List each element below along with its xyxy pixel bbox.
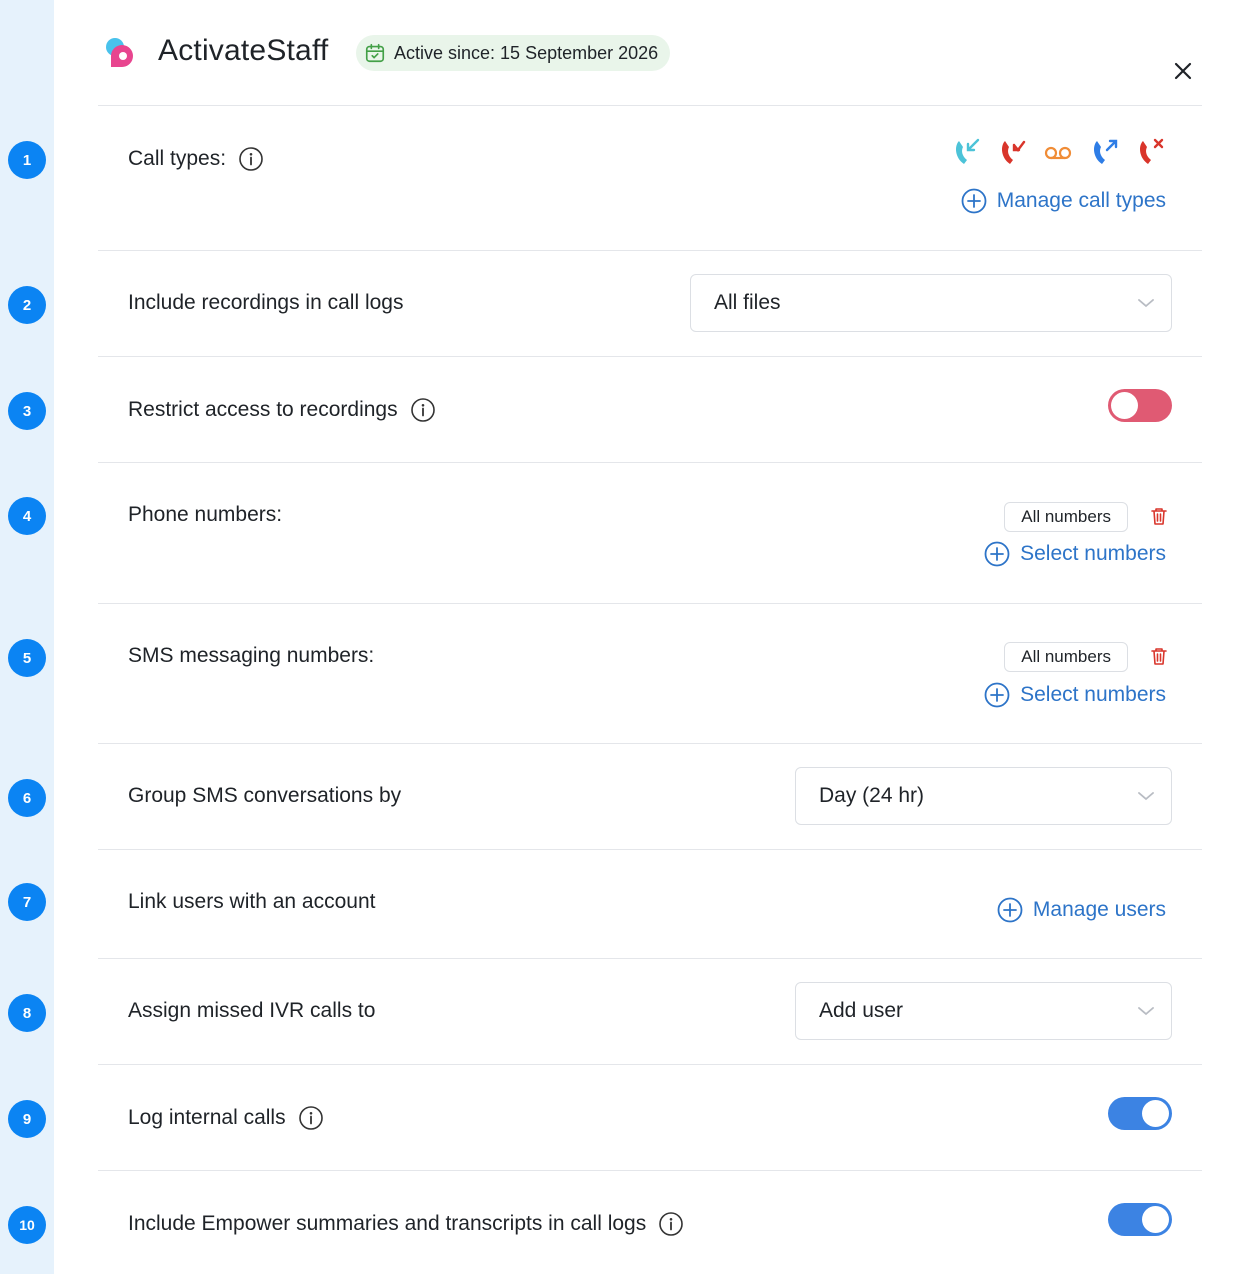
empower-row: Include Empower summaries and transcript… [98, 1171, 1202, 1274]
group-sms-label: Group SMS conversations by [128, 784, 402, 807]
info-icon[interactable] [298, 1105, 324, 1131]
empower-label: Include Empower summaries and transcript… [128, 1212, 647, 1235]
voicemail-icon[interactable] [1042, 136, 1074, 168]
restrict-recordings-toggle[interactable] [1108, 389, 1172, 422]
call-types-label-group: Call types: [128, 146, 264, 172]
select-phone-numbers-link[interactable]: Select numbers [984, 541, 1166, 567]
step-badge-5: 5 [8, 639, 46, 677]
select-numbers-label: Select numbers [1020, 542, 1166, 565]
trash-icon[interactable] [1148, 505, 1170, 527]
step-gutter [0, 0, 54, 1274]
restrict-label-group: Restrict access to recordings [128, 397, 436, 423]
manage-users-label: Manage users [1032, 898, 1166, 921]
toggle-knob [1142, 1100, 1169, 1127]
missed-ivr-label: Assign missed IVR calls to [128, 999, 376, 1022]
empower-label-group: Include Empower summaries and transcript… [128, 1211, 684, 1237]
missed-ivr-select[interactable]: Add user [795, 982, 1172, 1040]
recordings-label: Include recordings in call logs [128, 291, 404, 314]
step-badge-8: 8 [8, 994, 46, 1032]
call-types-row: Call types: Manage call types [98, 106, 1202, 251]
close-icon [1174, 62, 1192, 80]
rejected-call-icon[interactable] [1134, 136, 1166, 168]
select-numbers-label: Select numbers [1020, 683, 1166, 706]
missed-call-icon[interactable] [996, 136, 1028, 168]
toggle-knob [1142, 1206, 1169, 1233]
app-title: ActivateStaff [158, 34, 329, 67]
group-sms-select[interactable]: Day (24 hr) [795, 767, 1172, 825]
step-badge-4: 4 [8, 497, 46, 535]
manage-users-link[interactable]: Manage users [997, 897, 1166, 923]
chevron-down-icon [1138, 1007, 1154, 1016]
toggle-knob [1111, 392, 1138, 419]
plus-circle-icon [984, 541, 1010, 567]
activatestaff-logo-icon [106, 38, 133, 67]
incoming-call-icon[interactable] [950, 136, 982, 168]
link-users-row: Link users with an account Manage users [98, 850, 1202, 959]
trash-icon[interactable] [1148, 645, 1170, 667]
recordings-select[interactable]: All files [690, 274, 1172, 332]
all-numbers-chip: All numbers [1004, 502, 1128, 532]
internal-calls-toggle[interactable] [1108, 1097, 1172, 1130]
step-badge-2: 2 [8, 286, 46, 324]
info-icon[interactable] [238, 146, 264, 172]
chevron-down-icon [1138, 299, 1154, 308]
plus-circle-icon [997, 897, 1023, 923]
group-sms-select-value: Day (24 hr) [819, 784, 925, 807]
restrict-recordings-label: Restrict access to recordings [128, 398, 398, 421]
phone-numbers-label: Phone numbers: [128, 503, 283, 526]
internal-calls-label-group: Log internal calls [128, 1105, 324, 1131]
step-badge-10: 10 [8, 1206, 46, 1244]
step-badge-9: 9 [8, 1100, 46, 1138]
outgoing-call-icon[interactable] [1088, 136, 1120, 168]
select-sms-numbers-link[interactable]: Select numbers [984, 682, 1166, 708]
step-badge-3: 3 [8, 392, 46, 430]
step-badge-6: 6 [8, 779, 46, 817]
group-sms-row: Group SMS conversations by Day (24 hr) [98, 744, 1202, 850]
call-types-label: Call types: [128, 147, 227, 170]
internal-calls-row: Log internal calls [98, 1065, 1202, 1171]
step-badge-7: 7 [8, 883, 46, 921]
active-since-badge: Active since: 15 September 2026 [356, 35, 671, 71]
sms-numbers-row: SMS messaging numbers: All numbers Selec… [98, 604, 1202, 744]
step-badge-1: 1 [8, 141, 46, 179]
manage-call-types-link[interactable]: Manage call types [961, 188, 1166, 214]
sms-numbers-label: SMS messaging numbers: [128, 644, 375, 667]
all-numbers-chip: All numbers [1004, 642, 1128, 672]
recordings-select-value: All files [714, 291, 781, 314]
plus-circle-icon [984, 682, 1010, 708]
chevron-down-icon [1138, 792, 1154, 801]
calendar-check-icon [365, 43, 385, 63]
missed-ivr-select-value: Add user [819, 999, 904, 1022]
phone-numbers-row: Phone numbers: All numbers Select number… [98, 463, 1202, 604]
restrict-recordings-row: Restrict access to recordings [98, 357, 1202, 463]
empower-toggle[interactable] [1108, 1203, 1172, 1236]
info-icon[interactable] [658, 1211, 684, 1237]
manage-call-types-label: Manage call types [996, 189, 1166, 212]
missed-ivr-row: Assign missed IVR calls to Add user [98, 959, 1202, 1065]
plus-circle-icon [961, 188, 987, 214]
close-button[interactable] [1170, 58, 1196, 84]
call-type-icons [950, 136, 1166, 168]
panel-header: ActivateStaff Active since: 15 September… [98, 28, 1202, 106]
active-since-text: Active since: 15 September 2026 [394, 42, 659, 63]
link-users-label: Link users with an account [128, 890, 376, 913]
internal-calls-label: Log internal calls [128, 1106, 286, 1129]
recordings-row: Include recordings in call logs All file… [98, 251, 1202, 357]
info-icon[interactable] [410, 397, 436, 423]
